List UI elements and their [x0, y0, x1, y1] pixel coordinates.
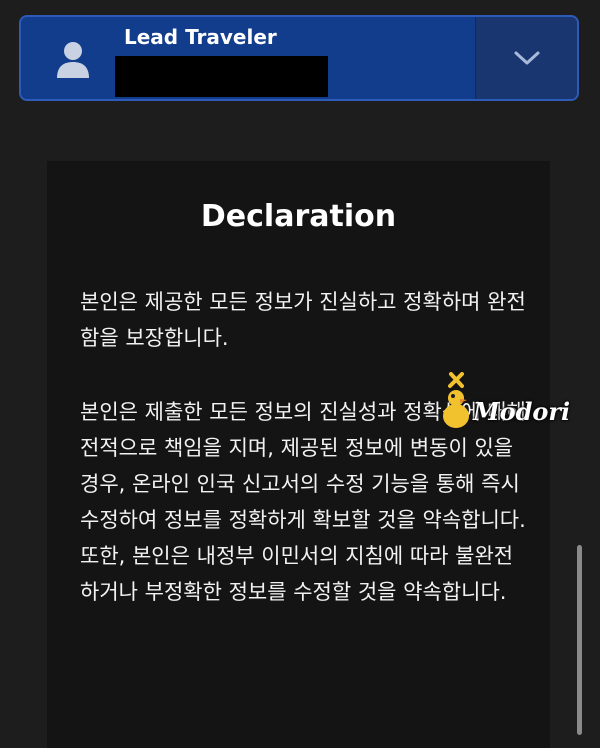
redacted-traveler-name — [115, 56, 328, 97]
declaration-panel: Declaration 본인은 제공한 모든 정보가 진실하고 정확하며 완전함… — [47, 161, 550, 748]
lead-traveler-card[interactable]: Lead Traveler — [19, 15, 579, 101]
expand-toggle-button[interactable] — [475, 17, 577, 99]
chevron-down-icon — [514, 51, 539, 65]
watermark: Modori — [438, 372, 578, 436]
person-icon — [57, 42, 89, 78]
watermark-text: Modori — [473, 397, 571, 426]
scrollbar-thumb[interactable] — [577, 545, 582, 735]
page: Lead Traveler Declaration 본인은 제공한 모든 정보가… — [0, 0, 600, 748]
lead-traveler-title: Lead Traveler — [124, 25, 277, 49]
declaration-paragraph-1: 본인은 제공한 모든 정보가 진실하고 정확하며 완전함을 보장합니다. — [80, 290, 526, 350]
declaration-title: Declaration — [200, 199, 397, 234]
lead-traveler-header[interactable]: Lead Traveler — [21, 17, 475, 99]
duck-mascot-icon — [443, 372, 469, 428]
